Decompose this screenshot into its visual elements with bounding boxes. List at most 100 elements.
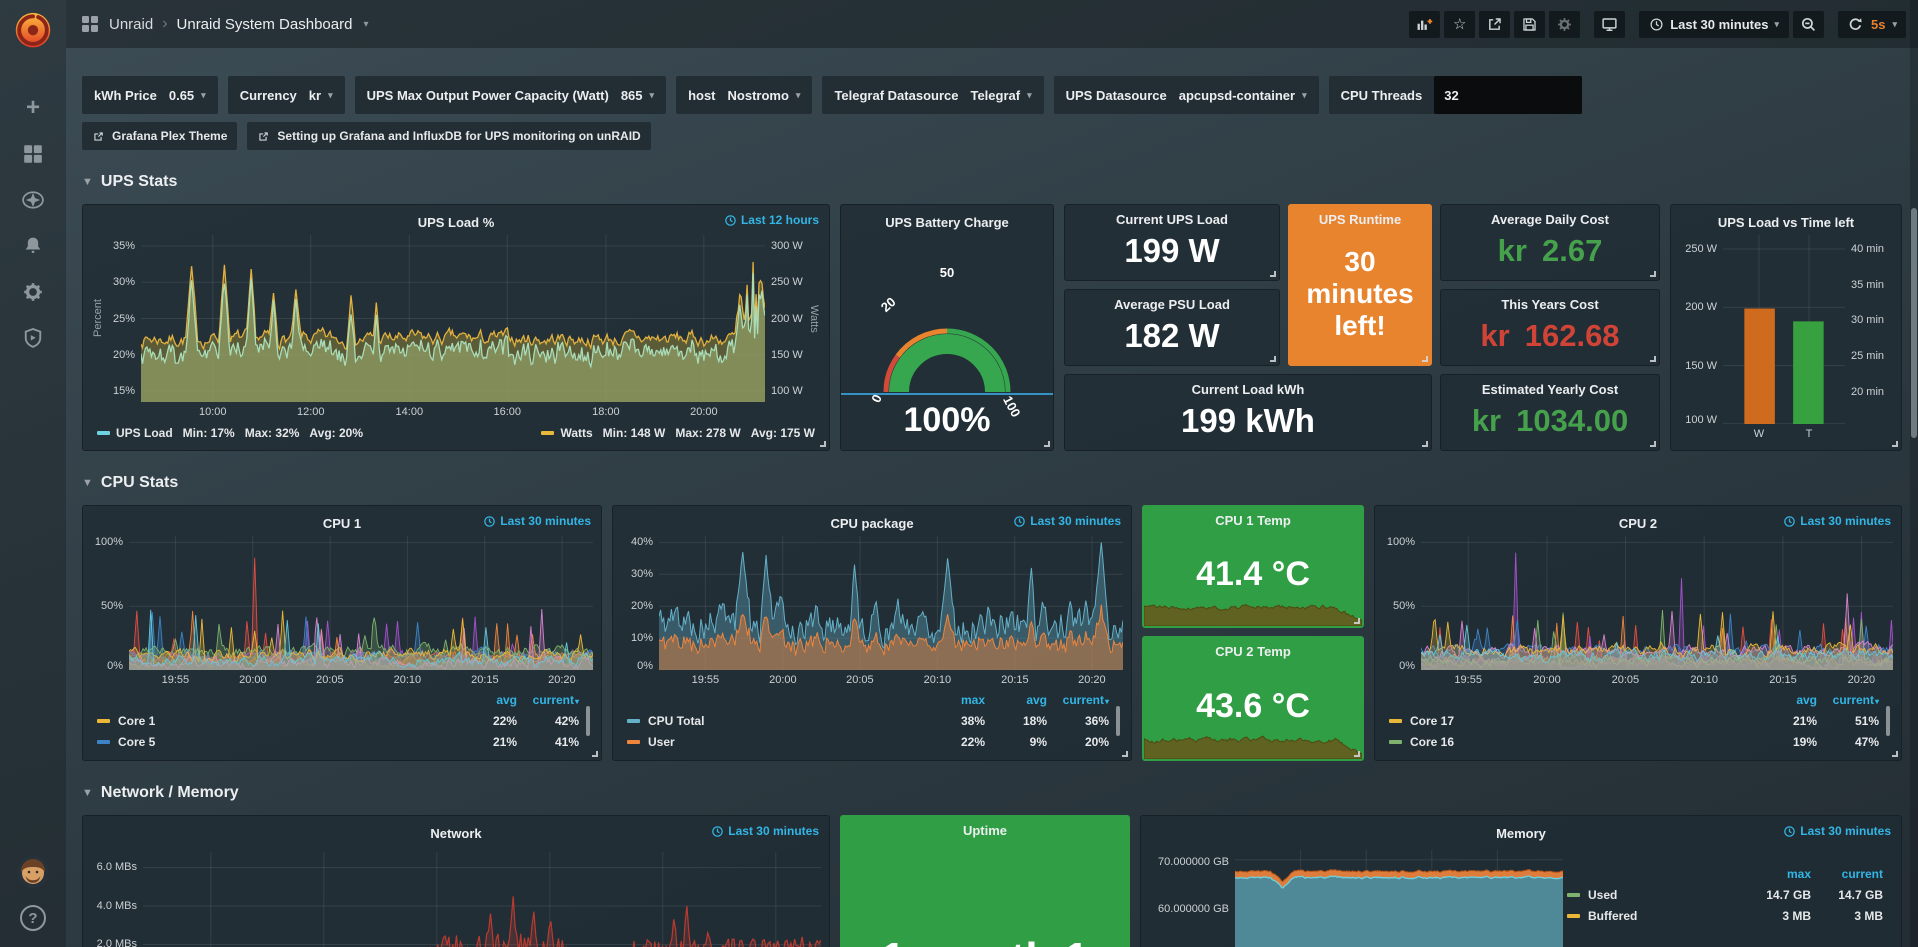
star-dashboard-button[interactable]: ☆ xyxy=(1444,11,1475,38)
variable-value-dropdown[interactable]: 0.65▾ xyxy=(169,88,206,103)
save-dashboard-button[interactable] xyxy=(1514,11,1545,38)
panel-title[interactable]: CPU 2 xyxy=(1619,516,1657,531)
panel-resize-handle[interactable] xyxy=(1650,441,1656,447)
legend-column-current[interactable]: current▾ xyxy=(517,693,579,707)
series-name[interactable]: Core 17 xyxy=(1410,714,1454,728)
variable-value-dropdown[interactable]: apcupsd-container▾ xyxy=(1179,88,1307,103)
panel-cpu1-temp: CPU 1 Temp 41.4 °C xyxy=(1142,505,1364,628)
legend-column-current[interactable]: current▾ xyxy=(1047,693,1109,707)
series-name[interactable]: User xyxy=(648,735,675,749)
dashboard-title[interactable]: Unraid System Dashboard xyxy=(177,16,353,33)
ups-row: UPS Load % Last 12 hours Percent 35% 30%… xyxy=(82,204,1902,451)
cpu2-plot[interactable] xyxy=(1421,536,1893,670)
legend-column-max[interactable]: max xyxy=(1739,867,1811,881)
series-name[interactable]: Buffered xyxy=(1588,909,1637,923)
variable-label: Currency xyxy=(240,88,297,103)
variable-value-dropdown[interactable]: 865▾ xyxy=(621,88,654,103)
panel-resize-handle[interactable] xyxy=(1044,441,1050,447)
legend-column-avg[interactable]: avg xyxy=(985,693,1047,707)
legend-row: Buffered 3 MB 3 MB xyxy=(1567,905,1883,926)
create-plus-icon[interactable]: + xyxy=(21,96,45,120)
series-name[interactable]: Watts xyxy=(560,426,592,440)
legend-column-current[interactable]: current xyxy=(1811,867,1883,881)
configuration-gear-icon[interactable] xyxy=(21,280,45,304)
y-tick: 6.0 MBs xyxy=(97,861,137,873)
panel-resize-handle[interactable] xyxy=(1354,751,1360,757)
panel-resize-handle[interactable] xyxy=(1650,271,1656,277)
grafana-logo-icon[interactable] xyxy=(10,6,56,52)
section-ups-stats[interactable]: ▼ UPS Stats xyxy=(82,173,1902,191)
panel-resize-handle[interactable] xyxy=(1650,356,1656,362)
server-admin-shield-icon[interactable] xyxy=(21,326,45,350)
variable-value-dropdown[interactable]: kr▾ xyxy=(309,88,333,103)
series-name[interactable]: Used xyxy=(1588,888,1617,902)
stat-value: 182 W xyxy=(1124,312,1219,365)
user-avatar[interactable] xyxy=(16,855,50,889)
legend-scrollbar[interactable] xyxy=(1886,706,1890,736)
panel-resize-handle[interactable] xyxy=(592,751,598,757)
refresh-icon[interactable] xyxy=(1847,16,1864,33)
legend-column-avg[interactable]: avg xyxy=(455,693,517,707)
series-name[interactable]: Core 5 xyxy=(118,735,155,749)
panel-resize-handle[interactable] xyxy=(1354,618,1360,624)
section-network-memory[interactable]: ▼ Network / Memory xyxy=(82,784,1902,802)
refresh-picker[interactable]: 5s ▾ xyxy=(1838,11,1906,38)
panel-title[interactable]: Memory xyxy=(1496,826,1546,841)
variable-value-dropdown[interactable]: Telegraf▾ xyxy=(970,88,1031,103)
panel-title[interactable]: CPU package xyxy=(830,516,913,531)
panel-title[interactable]: UPS Load % xyxy=(418,215,495,230)
ups-bar-plot[interactable] xyxy=(1723,235,1845,424)
help-icon[interactable]: ? xyxy=(20,905,46,931)
panel-title[interactable]: UPS Load vs Time left xyxy=(1718,215,1854,230)
link-grafana-plex-theme[interactable]: Grafana Plex Theme xyxy=(82,122,237,150)
panel-title[interactable]: Network xyxy=(430,826,481,841)
ups-load-plot[interactable] xyxy=(141,235,765,402)
cpu1-plot[interactable] xyxy=(129,536,593,670)
panel-resize-handle[interactable] xyxy=(1270,271,1276,277)
variable-value-dropdown[interactable]: Nostromo▾ xyxy=(728,88,801,103)
link-ups-monitoring-guide[interactable]: Setting up Grafana and InfluxDB for UPS … xyxy=(247,122,650,150)
dashboard-settings-gear-icon[interactable] xyxy=(1549,11,1580,38)
legend-scrollbar[interactable] xyxy=(1116,706,1120,736)
share-dashboard-button[interactable] xyxy=(1479,11,1510,38)
add-panel-button[interactable] xyxy=(1409,11,1440,38)
y-axis-label-right: Watts xyxy=(807,235,821,402)
chevron-down-icon: ▼ xyxy=(82,477,93,489)
cpu-package-plot[interactable] xyxy=(659,536,1123,670)
legend-column-max[interactable]: max xyxy=(923,693,985,707)
x-tick: 20:00 xyxy=(769,674,797,686)
tv-cycle-view-button[interactable] xyxy=(1594,11,1625,38)
explore-compass-icon[interactable] xyxy=(21,188,45,212)
page-scrollbar-thumb[interactable] xyxy=(1911,208,1917,438)
network-plot[interactable] xyxy=(143,852,821,947)
panel-resize-handle[interactable] xyxy=(1122,751,1128,757)
zoom-out-time-button[interactable] xyxy=(1793,11,1824,38)
time-range-picker[interactable]: Last 30 minutes ▾ xyxy=(1639,11,1789,38)
panel-resize-handle[interactable] xyxy=(1892,441,1898,447)
refresh-rate-label[interactable]: 5s xyxy=(1871,17,1885,32)
legend-scrollbar[interactable] xyxy=(586,706,590,736)
panel-resize-handle[interactable] xyxy=(1892,751,1898,757)
dashboards-icon[interactable] xyxy=(21,142,45,166)
gauge-tick: 50 xyxy=(940,265,954,280)
series-name[interactable]: Core 16 xyxy=(1410,735,1454,749)
series-swatch xyxy=(541,431,554,435)
series-name[interactable]: Core 1 xyxy=(118,714,155,728)
panel-title[interactable]: UPS Battery Charge xyxy=(885,215,1009,230)
caret-down-icon[interactable]: ▾ xyxy=(363,19,368,30)
series-name[interactable]: CPU Total xyxy=(648,714,704,728)
panel-resize-handle[interactable] xyxy=(1270,356,1276,362)
panel-resize-handle[interactable] xyxy=(1422,441,1428,447)
panel-title[interactable]: CPU 1 xyxy=(323,516,361,531)
breadcrumb-folder[interactable]: Unraid xyxy=(109,16,153,33)
panel-resize-handle[interactable] xyxy=(1422,356,1428,362)
panel-resize-handle[interactable] xyxy=(820,441,826,447)
legend-column-avg[interactable]: avg xyxy=(1755,693,1817,707)
series-name[interactable]: UPS Load xyxy=(116,426,173,440)
variable-label: host xyxy=(688,88,715,103)
section-cpu-stats[interactable]: ▼ CPU Stats xyxy=(82,474,1902,492)
alerting-bell-icon[interactable] xyxy=(21,234,45,258)
memory-plot[interactable] xyxy=(1235,850,1563,947)
legend-column-current[interactable]: current▾ xyxy=(1817,693,1879,707)
cpu-threads-input[interactable] xyxy=(1434,76,1582,114)
